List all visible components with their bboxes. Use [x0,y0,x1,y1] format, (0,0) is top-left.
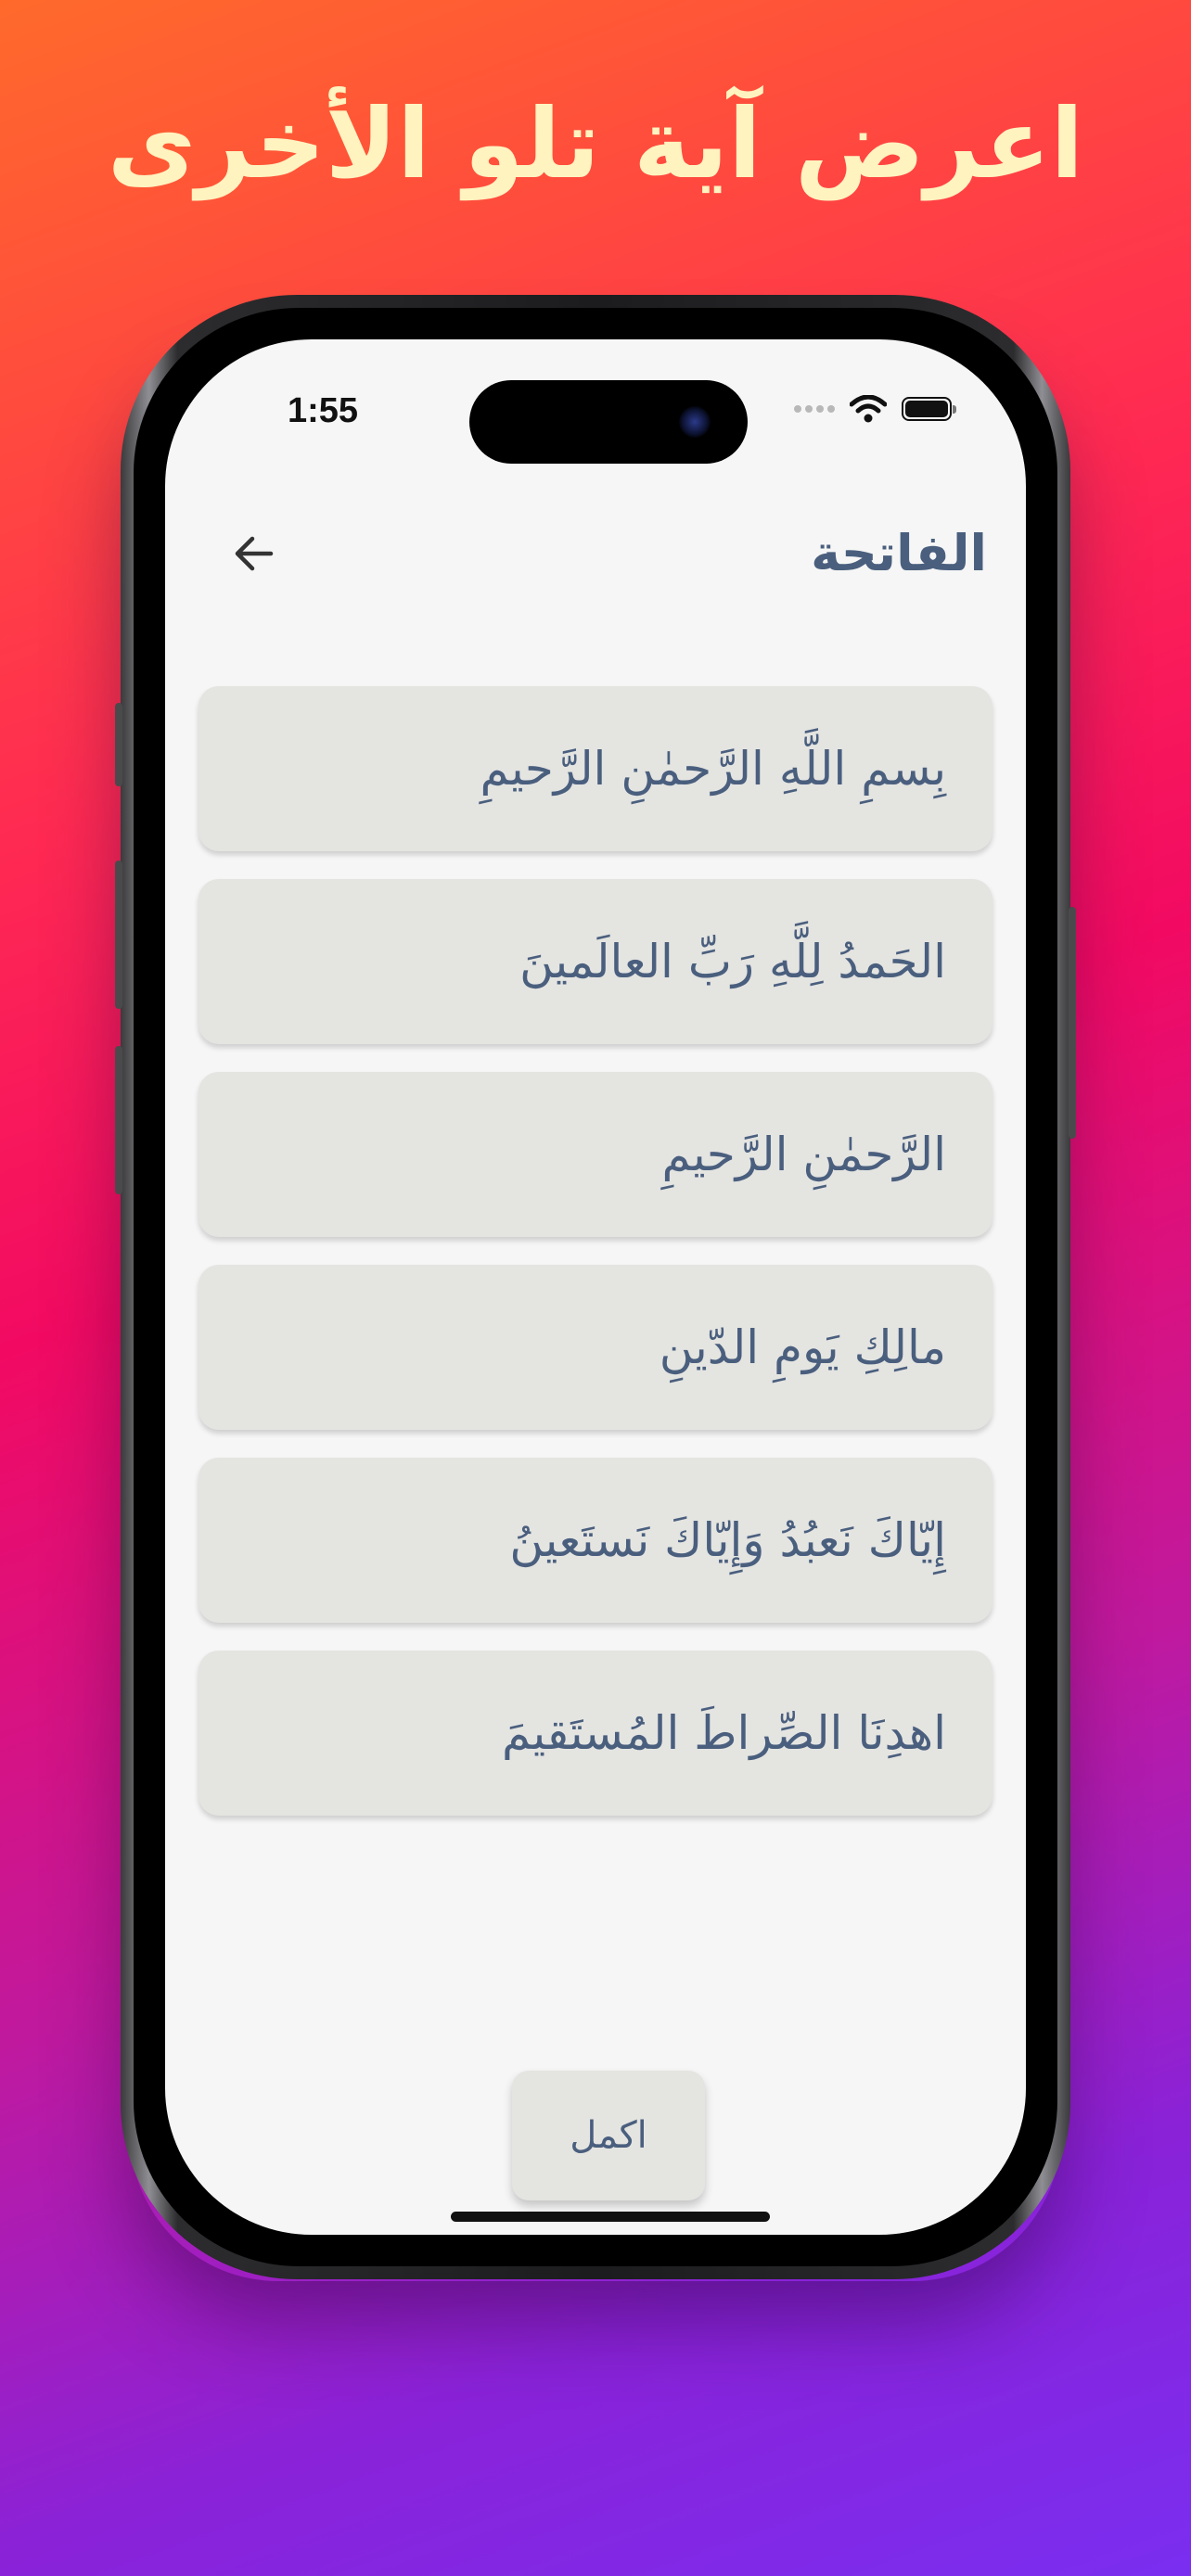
power-button [1069,907,1076,1139]
dynamic-island [469,380,748,464]
volume-down-button [115,1046,122,1194]
verse-card[interactable]: اهدِنَا الصِّراطَ المُستَقيمَ [198,1651,992,1816]
verse-text: اهدِنَا الصِّراطَ المُستَقيمَ [501,1706,946,1760]
verse-card[interactable]: إِيّاكَ نَعبُدُ وَإِيّاكَ نَستَعينُ [198,1458,992,1623]
verse-list: بِسمِ اللَّهِ الرَّحمٰنِ الرَّحيمِ الحَم… [198,686,992,1843]
promo-headline: اعرض آية تلو الأخرى [107,87,1084,200]
volume-up-button [115,861,122,1009]
verse-text: الرَّحمٰنِ الرَّحيمِ [661,1128,946,1181]
verse-card[interactable]: مالِكِ يَومِ الدّينِ [198,1265,992,1430]
signal-dots-icon [794,405,835,413]
wifi-icon [850,395,887,423]
battery-icon [902,397,956,421]
verse-text: مالِكِ يَومِ الدّينِ [659,1320,946,1374]
back-button[interactable] [221,521,286,586]
home-indicator[interactable] [451,2212,770,2222]
continue-button[interactable]: اكمل [512,2071,705,2200]
phone-bezel: 1:55 الفاتحة بِسمِ اللَّهِ الرَّحمٰنِ ال… [134,308,1057,2266]
verse-card[interactable]: الرَّحمٰنِ الرَّحيمِ [198,1072,992,1237]
phone-frame: 1:55 الفاتحة بِسمِ اللَّهِ الرَّحمٰنِ ال… [115,295,1076,2279]
status-indicators [794,395,956,423]
verse-card[interactable]: الحَمدُ لِلَّهِ رَبِّ العالَمينَ [198,879,992,1044]
app-screen: 1:55 الفاتحة بِسمِ اللَّهِ الرَّحمٰنِ ال… [165,339,1026,2235]
verse-text: بِسمِ اللَّهِ الرَّحمٰنِ الرَّحيمِ [480,742,946,796]
camera-icon [679,406,711,438]
arrow-left-icon [235,536,274,571]
verse-text: الحَمدُ لِلَّهِ رَبِّ العالَمينَ [519,935,946,988]
verse-card[interactable]: بِسمِ اللَّهِ الرَّحمٰنِ الرَّحيمِ [198,686,992,851]
verse-text: إِيّاكَ نَعبُدُ وَإِيّاكَ نَستَعينُ [509,1513,946,1567]
surah-title: الفاتحة [811,524,987,582]
action-button [115,703,122,786]
status-time: 1:55 [288,391,359,430]
